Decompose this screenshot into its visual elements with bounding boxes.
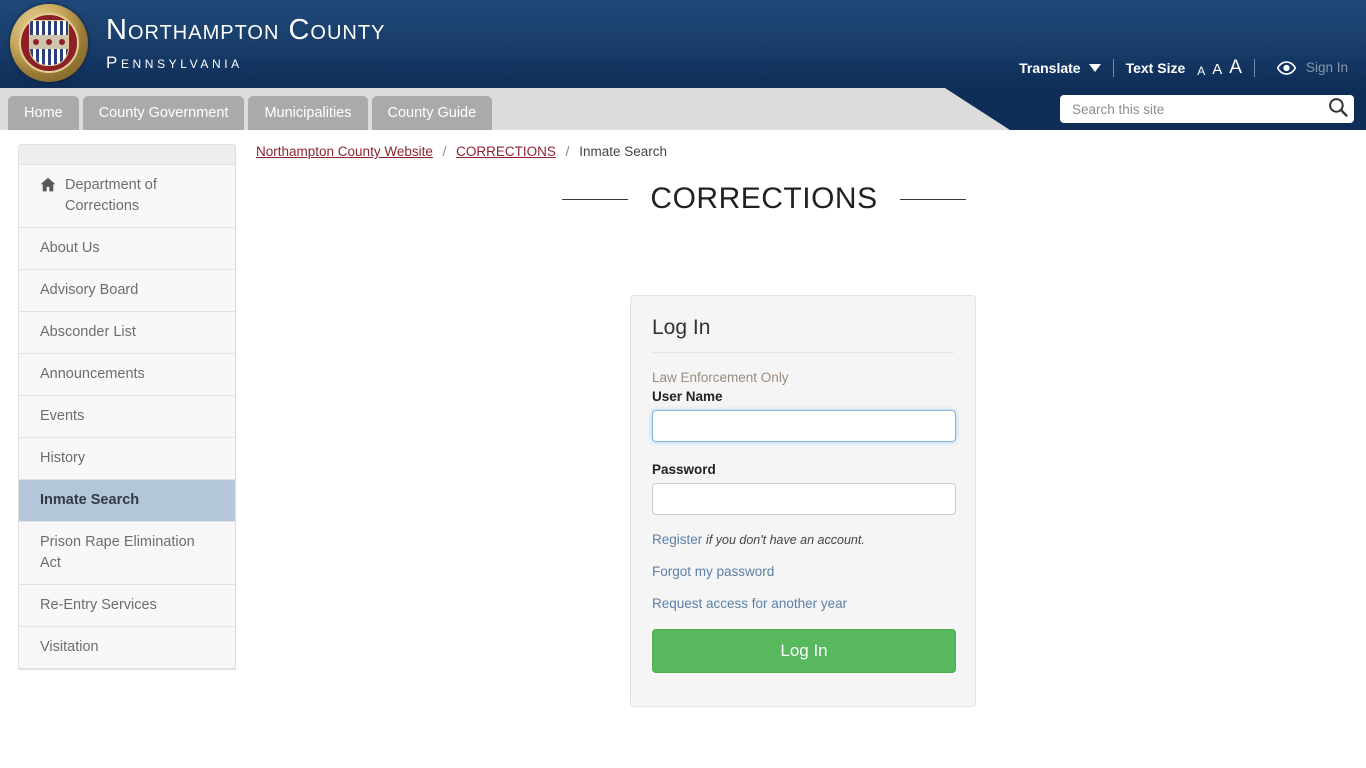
request-access-link[interactable]: Request access for another year [652, 596, 847, 611]
title-rule-right [899, 198, 966, 200]
register-note: if you don't have an account. [706, 533, 865, 547]
breadcrumb-current: Inmate Search [579, 144, 667, 159]
username-input[interactable] [652, 410, 956, 442]
sidebar-item-label: About Us [40, 240, 100, 257]
site-title-secondary: Pennsylvania [106, 52, 243, 72]
register-link[interactable]: Register [652, 532, 702, 547]
county-seal-icon [10, 4, 88, 82]
nav-tab-county-government[interactable]: County Government [82, 96, 245, 130]
sign-in-link[interactable]: Sign In [1306, 60, 1348, 75]
utility-bar: Translate Text Size A A A Sign In [1019, 58, 1348, 77]
nav-tab-municipalities[interactable]: Municipalities [248, 96, 368, 130]
text-size-small-button[interactable]: A [1197, 65, 1205, 77]
sidebar-item-absconder-list[interactable]: Absconder List [19, 312, 235, 355]
site-title-primary: Northampton County [106, 13, 386, 46]
search-input[interactable] [1070, 100, 1328, 118]
sidebar-item-label: Announcements [40, 366, 145, 383]
forgot-password-row: Forgot my password [652, 564, 954, 579]
seal-dot [33, 39, 40, 45]
translate-label: Translate [1019, 59, 1081, 76]
seal-dot [45, 39, 52, 45]
site-brand[interactable]: Northampton County Pennsylvania [10, 4, 385, 82]
utility-divider [1112, 58, 1114, 77]
seal-band [30, 35, 68, 49]
text-size-label: Text Size [1125, 59, 1186, 76]
register-row: Register if you don't have an account. [652, 532, 954, 547]
breadcrumb-link-corrections[interactable]: CORRECTIONS [456, 144, 556, 159]
site-wordmark: Northampton County Pennsylvania [106, 13, 386, 72]
sidebar-item-label: Visitation [40, 639, 99, 656]
page-title: CORRECTIONS [650, 182, 878, 215]
home-icon [40, 177, 56, 199]
section-sidebar: Department of Corrections About Us Advis… [18, 144, 236, 671]
username-label: User Name [652, 389, 723, 404]
sidebar-item-label: History [40, 450, 86, 467]
login-heading: Log In [652, 316, 954, 353]
sidebar-item-label: Department of Corrections [65, 177, 157, 215]
sidebar-item-label: Events [40, 408, 85, 425]
sidebar-item-label: Inmate Search [40, 492, 140, 509]
login-submit-button[interactable]: Log In [652, 629, 956, 673]
text-size-large-button[interactable]: A [1229, 58, 1242, 77]
sidebar-item-department-of-corrections[interactable]: Department of Corrections [19, 165, 235, 229]
password-label: Password [652, 462, 716, 477]
forgot-password-link[interactable]: Forgot my password [652, 564, 774, 579]
chevron-down-icon[interactable] [1088, 63, 1101, 72]
text-size-options: A A A [1197, 58, 1242, 77]
sidebar-item-label: Prison Rape Elimination Act [40, 534, 195, 572]
breadcrumb: Northampton County Website / CORRECTIONS… [256, 144, 667, 159]
sidebar-item-label: Re-Entry Services [40, 597, 157, 614]
nav-tab-county-guide[interactable]: County Guide [371, 96, 493, 130]
sidebar-item-about-us[interactable]: About Us [19, 228, 235, 271]
sidebar-item-inmate-search[interactable]: Inmate Search [19, 480, 235, 523]
login-panel: Log In Law Enforcement Only User Name Pa… [630, 295, 976, 707]
text-size-medium-button[interactable]: A [1212, 62, 1222, 77]
search-icon[interactable] [1328, 97, 1348, 122]
eye-icon[interactable] [1276, 60, 1296, 75]
breadcrumb-link-home[interactable]: Northampton County Website [256, 144, 433, 159]
text-size-control: Text Size A A A [1126, 58, 1242, 77]
law-enforcement-notice: Law Enforcement Only [652, 370, 789, 385]
sidebar-item-re-entry-services[interactable]: Re-Entry Services [19, 585, 235, 628]
nav-tab-list: Home County Government Municipalities Co… [8, 96, 493, 130]
main-navigation: Home County Government Municipalities Co… [0, 88, 1366, 130]
breadcrumb-separator: / [442, 144, 447, 159]
title-rule-left [562, 198, 629, 200]
sidebar-item-advisory-board[interactable]: Advisory Board [19, 270, 235, 313]
page-body: Department of Corrections About Us Advis… [0, 130, 1366, 768]
utility-divider [1253, 58, 1255, 77]
seal-shield-icon [29, 20, 69, 66]
seal-dot [58, 39, 65, 45]
sidebar-header [19, 145, 235, 165]
translate-control[interactable]: Translate [1019, 59, 1101, 76]
sidebar-item-visitation[interactable]: Visitation [19, 627, 235, 670]
sidebar-item-history[interactable]: History [19, 438, 235, 481]
sidebar-item-label: Advisory Board [40, 282, 139, 299]
site-header: Northampton County Pennsylvania Translat… [0, 0, 1366, 88]
sidebar-item-announcements[interactable]: Announcements [19, 354, 235, 397]
sidebar-item-events[interactable]: Events [19, 396, 235, 439]
page-title-row: CORRECTIONS [364, 182, 1164, 216]
site-search[interactable] [1060, 95, 1354, 123]
breadcrumb-separator: / [565, 144, 570, 159]
request-access-row: Request access for another year [652, 596, 954, 611]
sidebar-item-label: Absconder List [40, 324, 136, 341]
password-input[interactable] [652, 483, 956, 515]
nav-tab-home[interactable]: Home [8, 96, 79, 130]
sidebar-item-prison-rape-elimination-act[interactable]: Prison Rape Elimination Act [19, 522, 235, 586]
